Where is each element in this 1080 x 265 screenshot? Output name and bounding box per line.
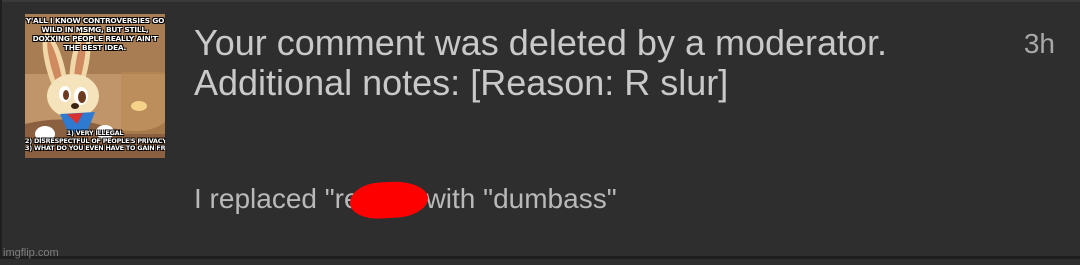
divider-left xyxy=(0,0,2,256)
notification-timestamp: 3h xyxy=(1023,28,1055,59)
divider-bottom xyxy=(0,256,1080,259)
thumbnail-caption-top: Y'ALL I KNOW CONTROVERSIES GO WILD IN MS… xyxy=(25,16,165,52)
notification-item[interactable]: Y'ALL I KNOW CONTROVERSIES GO WILD IN MS… xyxy=(0,0,1080,265)
notification-thumbnail[interactable]: Y'ALL I KNOW CONTROVERSIES GO WILD IN MS… xyxy=(25,14,165,158)
thumbnail-caption-bottom: 1) VERY ILLEGAL 2) DISRESPECTFUL OF PEOP… xyxy=(25,129,165,153)
subtext-after: " with "dumbass" xyxy=(407,183,617,214)
censored-word: tard xyxy=(348,179,429,221)
subtext-before: I replaced "re xyxy=(194,183,360,214)
imgflip-watermark: imgflip.com xyxy=(3,247,59,259)
notification-message: Your comment was deleted by a moderator.… xyxy=(194,22,888,103)
notification-subtext: I replaced "retard" with "dumbass" xyxy=(194,179,617,221)
divider-top xyxy=(0,0,1080,2)
thumbnail-caption-line: 3) WHAT DO YOU EVEN HAVE TO GAIN FROM IT… xyxy=(25,144,165,152)
